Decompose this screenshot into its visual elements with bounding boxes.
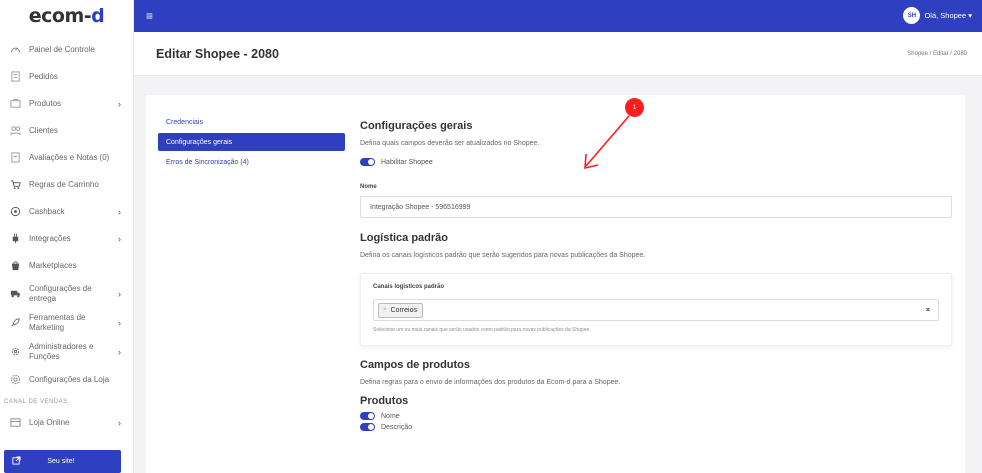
name-input[interactable]: Integração Shopee - 596516999 — [360, 196, 952, 218]
sidebar-item-regras-de-carrinho[interactable]: Regras de Carrinho — [0, 171, 133, 198]
user-menu[interactable]: SH Olá, Shopee ▾ — [903, 7, 972, 24]
sidebar-item-label: Cashback — [29, 206, 65, 216]
store-icon — [9, 417, 21, 429]
chevron-right-icon: › — [118, 417, 121, 428]
sidebar-item-cashback[interactable]: Cashback › — [0, 198, 133, 225]
sidebar-item-label: Integrações — [29, 233, 71, 243]
chevron-right-icon: › — [118, 206, 121, 217]
logo-accent: d — [91, 5, 105, 27]
products-icon — [9, 98, 21, 110]
integrations-icon — [9, 233, 21, 245]
logo-text: ecom- — [28, 5, 92, 27]
chevron-right-icon: › — [118, 288, 121, 299]
cashback-icon — [9, 206, 21, 218]
products-subtitle: Produtos — [360, 395, 409, 407]
sidebar-item-painel-de-controle[interactable]: Painel de Controle — [0, 36, 133, 63]
rocket-icon — [9, 317, 21, 329]
product-name-toggle[interactable] — [360, 412, 375, 420]
sidebar-item-label: Produtos — [29, 98, 62, 108]
sidebar-item-ferramentas-de-marketing[interactable]: Ferramentas de Marketing › — [0, 308, 133, 337]
orders-icon — [9, 71, 21, 83]
sidebar-item-clientes[interactable]: Clientes — [0, 117, 133, 144]
product-name-label: Nome — [381, 412, 400, 420]
product-description-label: Descrição — [381, 423, 413, 431]
sidebar-item-label: Regras de Carrinho — [29, 179, 99, 189]
sidebar-item-administradores-e-funcoes[interactable]: Administradores e Funções › — [0, 337, 133, 366]
marketplace-icon — [9, 260, 21, 272]
general-settings-title: Configurações gerais — [360, 120, 473, 132]
sidebar-item-label: Avaliações e Notas (0) — [29, 152, 110, 162]
logistics-title: Logística padrão — [360, 232, 449, 244]
sidebar-item-configuracoes-de-entrega[interactable]: Configurações de entrega › — [0, 279, 133, 308]
page-title: Editar Shopee - 2080 — [156, 47, 279, 61]
settings-content: Configurações gerais Defina quais campos… — [360, 120, 952, 431]
clear-selection-icon[interactable]: × — [926, 307, 930, 314]
sidebar-item-configuracoes-da-loja[interactable]: Configurações da Loja — [0, 366, 133, 393]
sidebar-item-label: Loja Online — [29, 417, 70, 427]
enable-shopee-toggle[interactable] — [360, 158, 375, 166]
sidebar-item-label: Ferramentas de Marketing — [29, 312, 86, 332]
sidebar: ecom-d Painel de Controle Pedidos Produtos… — [0, 0, 134, 473]
cart-icon — [9, 179, 21, 191]
logistics-description: Defina os canais logísticos padrão que s… — [360, 252, 646, 259]
settings-gear-icon — [9, 374, 21, 386]
page-header: Editar Shopee - 2080 Shopee / Editar / 2… — [134, 32, 982, 76]
your-site-button[interactable]: Seu site! — [4, 450, 121, 473]
sidebar-item-produtos[interactable]: Produtos › — [0, 90, 133, 117]
breadcrumb: Shopee / Editar / 2080 — [907, 51, 967, 57]
chevron-right-icon: › — [118, 317, 121, 328]
external-link-icon — [12, 456, 21, 467]
dashboard-gauge-icon — [9, 44, 21, 56]
sidebar-item-integracoes[interactable]: Integrações › — [0, 225, 133, 252]
chip-label: Correios — [390, 306, 417, 314]
product-description-toggle[interactable] — [360, 423, 375, 431]
tab-credenciais[interactable]: Credenciais — [158, 113, 345, 131]
sidebar-item-label: Clientes — [29, 125, 58, 135]
sidebar-item-loja-online[interactable]: Loja Online › — [0, 409, 133, 436]
enable-shopee-row: Habilitar Shopee — [360, 158, 952, 166]
tab-erros-sincronizacao[interactable]: Erros de Sincronização (4) — [158, 153, 345, 171]
settings-card: Credenciais Configurações gerais Erros d… — [146, 95, 965, 473]
sales-channel-section-label: CANAL DE VENDAS — [4, 399, 68, 405]
hamburger-menu-icon[interactable]: ≡ — [146, 9, 153, 23]
topbar: ≡ SH Olá, Shopee ▾ — [134, 0, 982, 32]
user-greeting: Olá, Shopee ▾ — [924, 11, 972, 20]
sidebar-item-label: Configurações da Loja — [29, 374, 110, 384]
truck-icon — [9, 288, 21, 300]
product-name-row: Nome — [360, 412, 952, 420]
sidebar-item-avaliacoes-e-notas-0[interactable]: Avaliações e Notas (0) — [0, 144, 133, 171]
logistics-channels-select[interactable]: × Correios × — [373, 299, 939, 321]
product-fields-title: Campos de produtos — [360, 359, 471, 371]
sidebar-item-label: Administradores e Funções — [29, 341, 94, 361]
tab-configuracoes-gerais[interactable]: Configurações gerais — [158, 133, 345, 151]
avatar: SH — [903, 7, 921, 24]
settings-tabs: Credenciais Configurações gerais Erros d… — [158, 113, 345, 171]
sidebar-item-pedidos[interactable]: Pedidos — [0, 63, 133, 90]
sidebar-item-label: Marketplaces — [29, 260, 77, 270]
admin-gear-icon — [9, 346, 21, 358]
product-description-row: Descrição — [360, 423, 952, 431]
reviews-icon — [9, 152, 21, 164]
logistics-channels-card: Canais logísticos padrão × Correios × Se… — [360, 273, 952, 346]
logistics-hint: Selecione um ou mais canais que serão us… — [373, 327, 591, 333]
remove-chip-icon[interactable]: × — [383, 307, 387, 313]
sidebar-nav: Painel de Controle Pedidos Produtos › Client… — [0, 36, 133, 393]
chevron-right-icon: › — [118, 98, 121, 109]
chevron-right-icon: › — [118, 233, 121, 244]
annotation-badge: 1 — [625, 98, 644, 117]
selected-channel-chip: × Correios — [378, 302, 423, 318]
enable-shopee-label: Habilitar Shopee — [381, 158, 433, 166]
your-site-label: Seu site! — [47, 458, 75, 465]
brand-logo[interactable]: ecom-d — [0, 0, 133, 32]
clients-icon — [9, 125, 21, 137]
sidebar-item-marketplaces[interactable]: Marketplaces — [0, 252, 133, 279]
sidebar-item-label: Painel de Controle — [29, 44, 95, 54]
sidebar-item-label: Configurações de entrega — [29, 283, 92, 303]
general-settings-description: Defina quais campos deverão ser atualiza… — [360, 140, 540, 147]
chevron-right-icon: › — [118, 346, 121, 357]
product-fields-description: Defina regras para o envio de informaçõe… — [360, 379, 621, 386]
sidebar-item-label: Pedidos — [29, 71, 58, 81]
